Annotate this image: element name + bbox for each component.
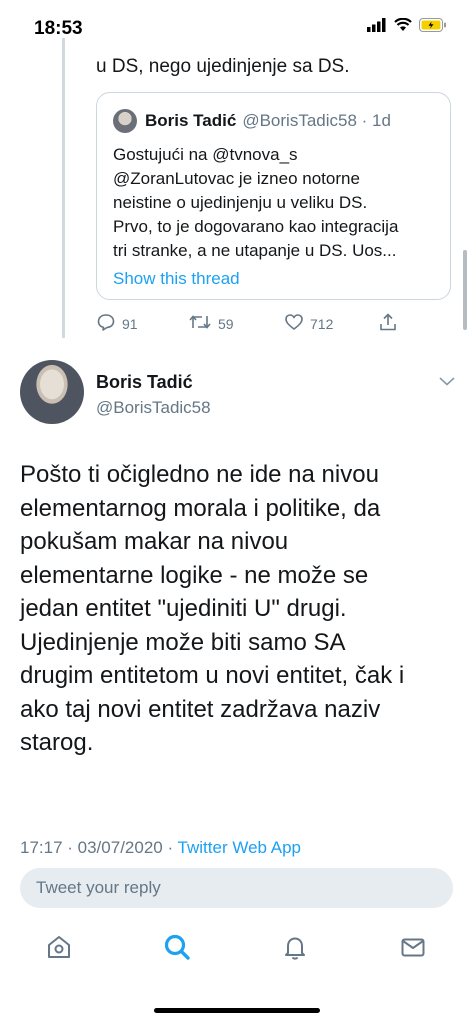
quoted-tweet-header: Boris Tadić @BorisTadic58 · 1d (113, 109, 391, 133)
quoted-avatar (113, 109, 137, 133)
tweet-time-date: 17:17 · 03/07/2020 · (20, 838, 178, 857)
quoted-author-handle-date: @BorisTadic58 · 1d (242, 111, 391, 130)
reply-count: 91 (122, 315, 138, 332)
tab-notifications[interactable] (280, 934, 310, 964)
signal-icon (367, 18, 387, 37)
tweet-line: jedan entitet "ujediniti U" drugi. (20, 595, 347, 622)
tweet-line: elementarne logike - ne može se (20, 561, 369, 589)
tab-home[interactable] (44, 934, 74, 964)
share-action[interactable] (378, 312, 398, 335)
tweet-line: elementarnog morala i politike, da (20, 494, 381, 522)
like-action[interactable]: 712 (284, 312, 333, 335)
like-count: 712 (310, 315, 334, 332)
show-thread-link[interactable]: Show this thread (113, 269, 240, 289)
thread-connector-line (62, 38, 65, 338)
home-icon (45, 933, 73, 966)
chevron-down-icon[interactable] (438, 374, 456, 392)
reply-icon (96, 312, 116, 335)
messages-icon (399, 933, 427, 966)
tweet-line: drugim entitetom u novi entitet, čak i (20, 662, 405, 689)
wifi-icon (394, 17, 412, 37)
reply-bar: Tweet your reply (0, 858, 473, 916)
quoted-tweet-text: Gostujući na @tvnova_s @ZoranLutovac je … (113, 143, 443, 263)
tab-messages[interactable] (398, 934, 428, 964)
quoted-tweet-card[interactable]: Boris Tadić @BorisTadic58 · 1d Gostujući… (96, 92, 451, 300)
notifications-icon (281, 933, 309, 966)
retweet-count: 59 (218, 315, 234, 332)
home-indicator (154, 1008, 320, 1013)
tweet-source-link[interactable]: Twitter Web App (178, 838, 301, 857)
share-icon (378, 312, 398, 335)
scrollbar[interactable] (463, 250, 467, 330)
tweet-actions-bar: 91 59 712 (96, 312, 416, 336)
tweet-line: Ujedinjenje može biti samo SA (20, 628, 346, 656)
retweet-icon (188, 312, 212, 335)
search-icon (162, 932, 192, 967)
like-icon (284, 312, 304, 335)
tweet-text: Pošto ti očigledno ne ide na nivou eleme… (20, 458, 460, 760)
status-time: 18:53 (34, 18, 83, 39)
bottom-tab-bar (0, 920, 473, 980)
status-icons (367, 17, 447, 37)
quoted-line: Gostujući na @tvnova_s (113, 145, 298, 164)
avatar[interactable] (20, 360, 84, 424)
quoted-line: Prvo, to je dogovarano kao integracija (113, 217, 399, 236)
previous-tweet-text: u DS, nego ujedinjenje sa DS. (96, 56, 350, 77)
author-handle[interactable]: @BorisTadic58 (96, 398, 211, 418)
tab-search[interactable] (162, 934, 192, 964)
reply-action[interactable]: 91 (96, 312, 138, 335)
tweet-line: ako taj novi entitet zadržava naziv (20, 695, 381, 723)
quoted-author-name: Boris Tadić (145, 111, 237, 130)
tweet-meta: 17:17 · 03/07/2020 · Twitter Web App (20, 838, 301, 858)
quoted-line: @ZoranLutovac je izneo notorne (113, 169, 360, 188)
tweet-author: Boris Tadić @BorisTadic58 (20, 360, 460, 430)
author-name[interactable]: Boris Tadić (96, 372, 193, 393)
battery-icon (419, 18, 447, 37)
tweet-line: starog. (20, 729, 94, 756)
retweet-action[interactable]: 59 (188, 312, 234, 335)
tweet-line: pokušam makar na nivou (20, 528, 289, 555)
quoted-line: neistine o ujedinjenju u veliku DS. (113, 193, 368, 212)
quoted-line: tri stranke, a ne utapanje u DS. Uos... (113, 241, 397, 260)
reply-input[interactable]: Tweet your reply (20, 868, 453, 908)
status-bar: 18:53 (0, 0, 473, 52)
tweet-line: Pošto ti očigledno ne ide na nivou (20, 461, 379, 488)
